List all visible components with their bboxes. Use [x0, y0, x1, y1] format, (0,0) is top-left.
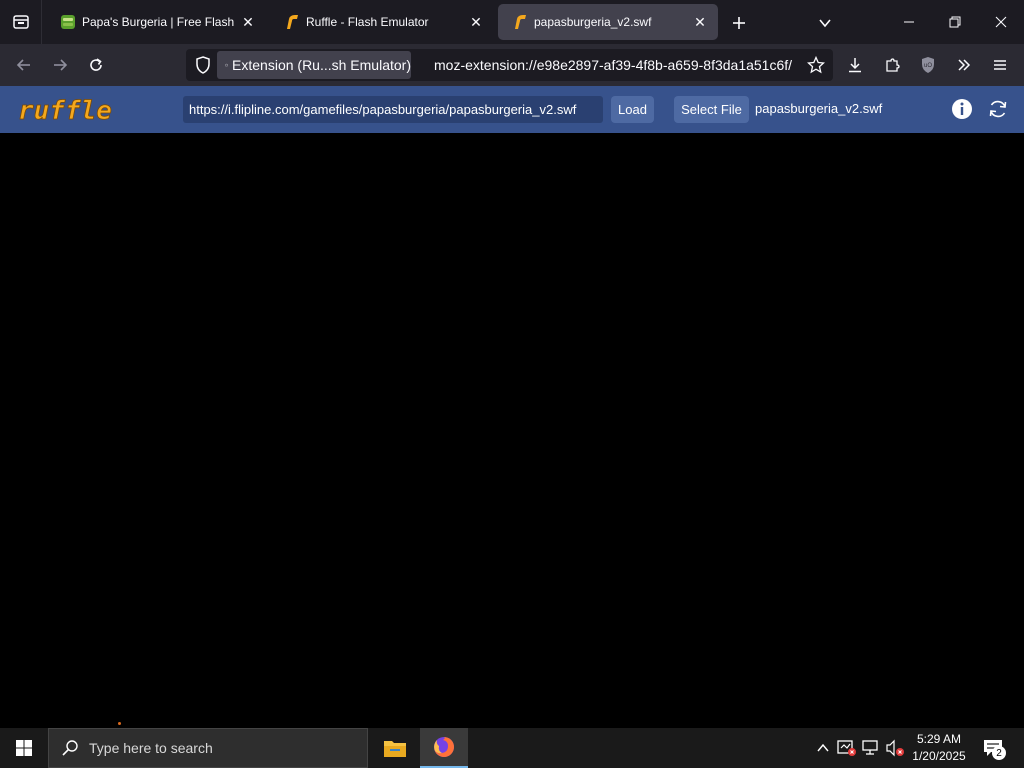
ublock-shield-icon: uO: [922, 57, 934, 73]
info-button[interactable]: [949, 96, 975, 122]
extension-identity-chip[interactable]: Extension (Ru...sh Emulator): [217, 51, 411, 79]
speaker-muted-icon: [886, 739, 904, 757]
restore-icon: [949, 16, 961, 28]
minimize-button[interactable]: [886, 0, 932, 44]
security-tray-icon[interactable]: [837, 738, 857, 758]
file-explorer-taskbar-button[interactable]: [371, 728, 419, 768]
extension-chip-label: Extension (Ru...sh Emulator): [232, 57, 411, 73]
hamburger-menu-icon: [994, 60, 1006, 70]
tab-close-icon[interactable]: ✕: [690, 12, 710, 32]
more-tools-button[interactable]: [949, 50, 979, 80]
notification-center-button[interactable]: 2: [980, 736, 1006, 760]
chevron-up-icon: [817, 743, 829, 752]
restore-button[interactable]: [932, 0, 978, 44]
tab-papas-burgeria[interactable]: Papa's Burgeria | Free Flash Gam ✕: [46, 4, 266, 40]
info-icon: [952, 99, 972, 119]
ublock-origin-button[interactable]: uO: [913, 50, 943, 80]
search-icon: [62, 740, 78, 756]
clock-date: 1/20/2025: [912, 749, 966, 763]
star-icon: [807, 56, 825, 74]
back-button[interactable]: [9, 50, 39, 80]
plus-icon: [733, 17, 745, 29]
firefox-icon: [434, 737, 454, 757]
back-arrow-icon: [16, 59, 30, 71]
folder-icon: [384, 741, 406, 757]
volume-tray-icon[interactable]: [885, 738, 905, 758]
extensions-button[interactable]: [877, 50, 907, 80]
network-tray-icon[interactable]: [861, 738, 881, 758]
double-chevron-right-icon: [958, 59, 971, 71]
notification-count-badge: 2: [992, 746, 1006, 760]
search-placeholder: Type here to search: [89, 740, 213, 756]
firefox-taskbar-button[interactable]: [420, 728, 468, 768]
tracking-protection-button[interactable]: [192, 54, 214, 76]
windows-taskbar: Type here to search 5:29 AM 1/20/2025 2: [0, 728, 1024, 768]
address-bar[interactable]: Extension (Ru...sh Emulator) moz-extensi…: [186, 49, 833, 81]
ruffle-toolbar: ruffle https://i.flipline.com/gamefiles/…: [0, 86, 1024, 133]
tab-ruffle-emulator[interactable]: Ruffle - Flash Emulator ✕: [270, 4, 494, 40]
load-button[interactable]: Load: [611, 96, 654, 123]
list-all-tabs-button[interactable]: [812, 10, 838, 36]
start-button[interactable]: [0, 728, 48, 768]
svg-text:ruffle: ruffle: [18, 96, 112, 125]
url-text[interactable]: moz-extension://e98e2897-af39-4f8b-a659-…: [434, 57, 802, 73]
security-warning-icon: [837, 740, 856, 756]
puzzle-piece-icon: [225, 63, 228, 67]
navigation-toolbar: Extension (Ru...sh Emulator) moz-extensi…: [0, 44, 1024, 86]
refresh-icon: [989, 100, 1007, 118]
tab-close-icon[interactable]: ✕: [466, 12, 486, 32]
ruffle-favicon-icon: [284, 14, 300, 30]
ruffle-logo: ruffle: [18, 96, 112, 125]
chevron-down-icon: [819, 19, 831, 28]
tab-label: papasburgeria_v2.swf: [534, 15, 652, 29]
burgeria-favicon-icon: [60, 14, 76, 30]
tab-label: Ruffle - Flash Emulator: [306, 15, 429, 29]
clock-time: 5:29 AM: [916, 732, 962, 746]
tab-close-icon[interactable]: ✕: [238, 12, 258, 32]
select-file-button[interactable]: Select File: [674, 96, 749, 123]
tab-label: Papa's Burgeria | Free Flash Gam: [82, 15, 238, 29]
firefox-view-button[interactable]: [0, 0, 42, 44]
network-icon: [862, 740, 878, 755]
reload-swf-button[interactable]: [985, 96, 1011, 122]
puzzle-piece-icon: [886, 58, 900, 72]
close-window-button[interactable]: [978, 0, 1024, 44]
player-pixel-artifact: [118, 722, 121, 725]
svg-text:uO: uO: [924, 63, 932, 69]
new-tab-button[interactable]: [726, 10, 752, 36]
taskbar-search-box[interactable]: Type here to search: [48, 728, 368, 768]
reload-button[interactable]: [81, 50, 111, 80]
reload-icon: [90, 58, 102, 71]
forward-arrow-icon: [54, 59, 68, 71]
system-clock[interactable]: 5:29 AM 1/20/2025: [906, 731, 972, 765]
close-icon: [995, 16, 1007, 28]
windows-logo-icon: [16, 740, 32, 756]
browser-tab-bar: Papa's Burgeria | Free Flash Gam ✕ Ruffl…: [0, 0, 1024, 44]
shield-icon: [196, 56, 210, 74]
app-menu-button[interactable]: [985, 50, 1015, 80]
bookmark-star-button[interactable]: [804, 53, 828, 77]
show-hidden-icons-button[interactable]: [813, 738, 833, 758]
tab-papasburgeria-swf[interactable]: papasburgeria_v2.swf ✕: [498, 4, 718, 40]
download-icon: [849, 58, 861, 73]
minimize-icon: [904, 21, 914, 23]
forward-button[interactable]: [45, 50, 75, 80]
firefox-view-icon: [12, 15, 29, 29]
swf-url-input[interactable]: https://i.flipline.com/gamefiles/papasbu…: [183, 96, 603, 123]
flash-player-area[interactable]: [0, 133, 1024, 728]
ruffle-favicon-icon: [512, 14, 528, 30]
loaded-file-name: papasburgeria_v2.swf: [755, 101, 883, 116]
downloads-button[interactable]: [840, 50, 870, 80]
